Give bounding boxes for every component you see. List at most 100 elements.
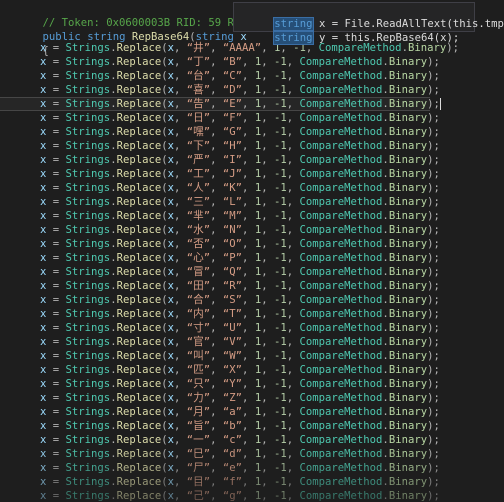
comma: , bbox=[261, 126, 274, 138]
comma: , bbox=[242, 266, 255, 278]
code-line: x = Strings.Replace(x, “心”, “P”, 1, -1, … bbox=[40, 251, 440, 265]
comma: , bbox=[286, 420, 300, 432]
comma: , bbox=[261, 140, 274, 152]
enum-member: Binary bbox=[388, 266, 428, 278]
comma: , bbox=[242, 252, 255, 264]
find-string: “严” bbox=[186, 154, 211, 166]
code-line: x = Strings.Replace(x, “告”, “E”, 1, -1, … bbox=[40, 97, 441, 111]
comma: , bbox=[261, 56, 274, 68]
find-string: “三” bbox=[186, 196, 211, 208]
assign-op: = bbox=[46, 98, 66, 110]
comma: , bbox=[286, 154, 300, 166]
comma: , bbox=[242, 378, 255, 390]
comma: , bbox=[174, 322, 187, 334]
method-call: Replace bbox=[116, 462, 162, 474]
close: ); bbox=[427, 462, 440, 474]
comma: , bbox=[286, 126, 300, 138]
close: ); bbox=[427, 224, 440, 236]
comma: , bbox=[286, 140, 300, 152]
comma: , bbox=[242, 112, 255, 124]
enum-member: Binary bbox=[388, 420, 428, 432]
class-name: Strings bbox=[65, 476, 111, 488]
enum-class: CompareMethod bbox=[299, 56, 383, 68]
close: ); bbox=[427, 112, 440, 124]
assign-op: = bbox=[46, 322, 66, 334]
assign-op: = bbox=[46, 140, 66, 152]
close: ); bbox=[427, 238, 440, 250]
comma: , bbox=[242, 154, 255, 166]
comma: , bbox=[242, 434, 255, 446]
comma: , bbox=[261, 154, 274, 166]
comma: , bbox=[242, 280, 255, 292]
enum-member: Binary bbox=[388, 476, 428, 488]
method-call: Replace bbox=[116, 224, 162, 236]
comma: , bbox=[242, 476, 255, 488]
enum-class: CompareMethod bbox=[299, 322, 383, 334]
comma: , bbox=[210, 126, 223, 138]
enum-member: Binary bbox=[388, 140, 428, 152]
comma: , bbox=[242, 448, 255, 460]
enum-member: Binary bbox=[388, 56, 428, 68]
enum-member: Binary bbox=[388, 364, 428, 376]
replace-string: “O” bbox=[222, 238, 243, 250]
arg-count: -1 bbox=[273, 294, 287, 306]
method-call: Replace bbox=[116, 280, 162, 292]
enum-member: Binary bbox=[388, 98, 428, 110]
method-call: Replace bbox=[116, 56, 162, 68]
comma: , bbox=[210, 196, 223, 208]
comma: , bbox=[174, 476, 187, 488]
comma: , bbox=[210, 182, 223, 194]
enum-class: CompareMethod bbox=[299, 182, 383, 194]
comma: , bbox=[210, 238, 223, 250]
arg-count: -1 bbox=[273, 112, 287, 124]
comma: , bbox=[286, 182, 300, 194]
method-call: Replace bbox=[116, 42, 162, 54]
comma: , bbox=[174, 490, 187, 502]
comma: , bbox=[174, 462, 187, 474]
replace-string: “T” bbox=[222, 308, 243, 320]
replace-string: “L” bbox=[222, 196, 243, 208]
comma: , bbox=[261, 280, 274, 292]
comma: , bbox=[174, 126, 187, 138]
comma: , bbox=[210, 490, 223, 502]
enum-member: Binary bbox=[388, 406, 428, 418]
comma: , bbox=[242, 168, 255, 180]
comma: , bbox=[210, 378, 223, 390]
enum-member: Binary bbox=[388, 70, 428, 82]
method-call: Replace bbox=[116, 70, 162, 82]
comma: , bbox=[210, 420, 223, 432]
comma: , bbox=[174, 182, 187, 194]
comma: , bbox=[210, 476, 223, 488]
find-string: “工” bbox=[186, 168, 211, 180]
comma: , bbox=[174, 70, 187, 82]
method-signature: public string RepBase64(string x bbox=[42, 31, 247, 43]
comma: , bbox=[286, 448, 300, 460]
find-string: “巳” bbox=[186, 448, 211, 460]
find-string: “寸” bbox=[186, 322, 211, 334]
code-editor[interactable]: // Token: 0x0600003B RID: 59 RVA: public… bbox=[0, 0, 504, 502]
peek-line-1: string x = File.ReadAllText(this.tmp); bbox=[236, 3, 504, 31]
comma: , bbox=[242, 350, 255, 362]
comma: , bbox=[261, 308, 274, 320]
assign-op: = bbox=[46, 350, 66, 362]
replace-string: “E” bbox=[222, 98, 243, 110]
method-call: Replace bbox=[116, 392, 162, 404]
comma: , bbox=[174, 420, 187, 432]
code-line: x = Strings.Replace(x, “目”, “f”, 1, -1, … bbox=[40, 475, 440, 489]
enum-class: CompareMethod bbox=[299, 168, 383, 180]
code-line: x = Strings.Replace(x, “合”, “S”, 1, -1, … bbox=[40, 293, 440, 307]
comma: , bbox=[242, 336, 255, 348]
enum-member: Binary bbox=[388, 392, 428, 404]
comma: , bbox=[174, 56, 187, 68]
comma: , bbox=[174, 434, 187, 446]
assign-op: = bbox=[46, 238, 66, 250]
comma: , bbox=[261, 182, 274, 194]
method-call: Replace bbox=[116, 140, 162, 152]
find-string: “人” bbox=[186, 182, 211, 194]
close: ); bbox=[427, 266, 440, 278]
enum-member: Binary bbox=[388, 224, 428, 236]
code-line: x = Strings.Replace(x, “月”, “a”, 1, -1, … bbox=[40, 405, 440, 419]
class-name: Strings bbox=[65, 490, 111, 502]
replace-string: “d” bbox=[222, 448, 243, 460]
replace-string: “c” bbox=[222, 434, 243, 446]
